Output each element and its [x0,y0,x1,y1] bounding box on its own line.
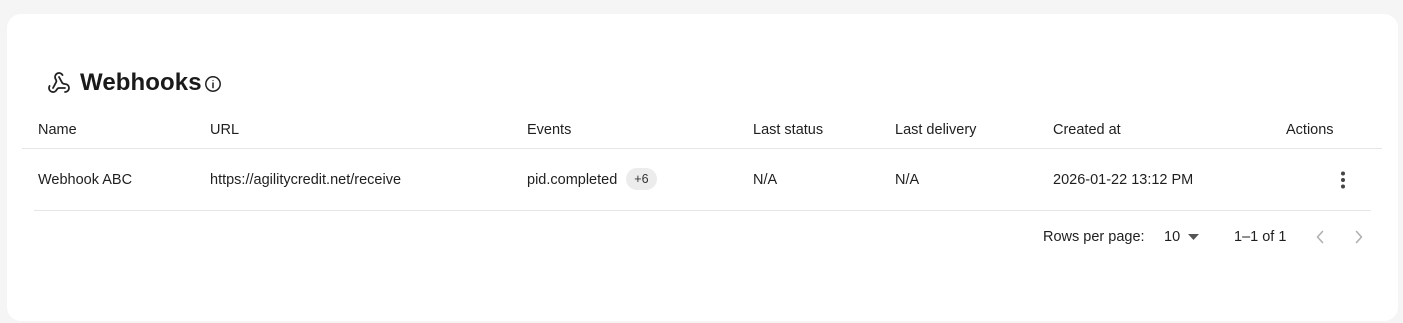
chevron-left-icon [1315,230,1325,244]
more-events-badge[interactable]: +6 [626,168,657,191]
caret-down-icon [1188,234,1200,240]
event-name: pid.completed [527,172,618,188]
cell-events: pid.completed +6 [527,150,657,210]
rows-per-page-value: 10 [1164,229,1181,245]
column-header-created-at[interactable]: Created at [1053,107,1121,149]
rows-per-page-select[interactable]: 10 [1164,211,1200,263]
page-title: Webhooks [80,69,202,96]
column-header-events[interactable]: Events [527,107,571,149]
column-header-url[interactable]: URL [210,107,239,149]
more-vertical-icon [1340,171,1346,189]
cell-url: https://agilitycredit.net/receive [210,172,402,188]
column-header-last-delivery[interactable]: Last delivery [895,107,976,149]
pagination-range: 1–1 of 1 [1234,229,1287,245]
column-header-actions: Actions [1286,122,1334,138]
table-header: Name URL Events Last status Last deliver… [22,107,1382,149]
cell-last-delivery: N/A [895,172,920,188]
chevron-right-icon [1354,230,1364,244]
table-pagination: Rows per page: 10 1–1 of 1 [7,211,1398,263]
column-header-name[interactable]: Name [38,107,77,149]
page-header: Webhooks [47,68,222,98]
next-page-button[interactable] [1347,225,1371,249]
table-row[interactable]: Webhook ABC https://agilitycredit.net/re… [34,150,1371,211]
info-icon[interactable] [204,75,222,93]
column-header-last-status[interactable]: Last status [753,107,823,149]
rows-per-page-label: Rows per page: [1043,229,1145,245]
cell-name: Webhook ABC [38,172,133,188]
previous-page-button[interactable] [1308,225,1332,249]
cell-created-at: 2026-01-22 13:12 PM [1053,172,1194,188]
webhook-icon [47,71,71,95]
cell-last-status: N/A [753,172,778,188]
row-actions-button[interactable] [1332,169,1354,191]
webhooks-card: Webhooks Name URL Events Last status Las… [7,14,1398,321]
